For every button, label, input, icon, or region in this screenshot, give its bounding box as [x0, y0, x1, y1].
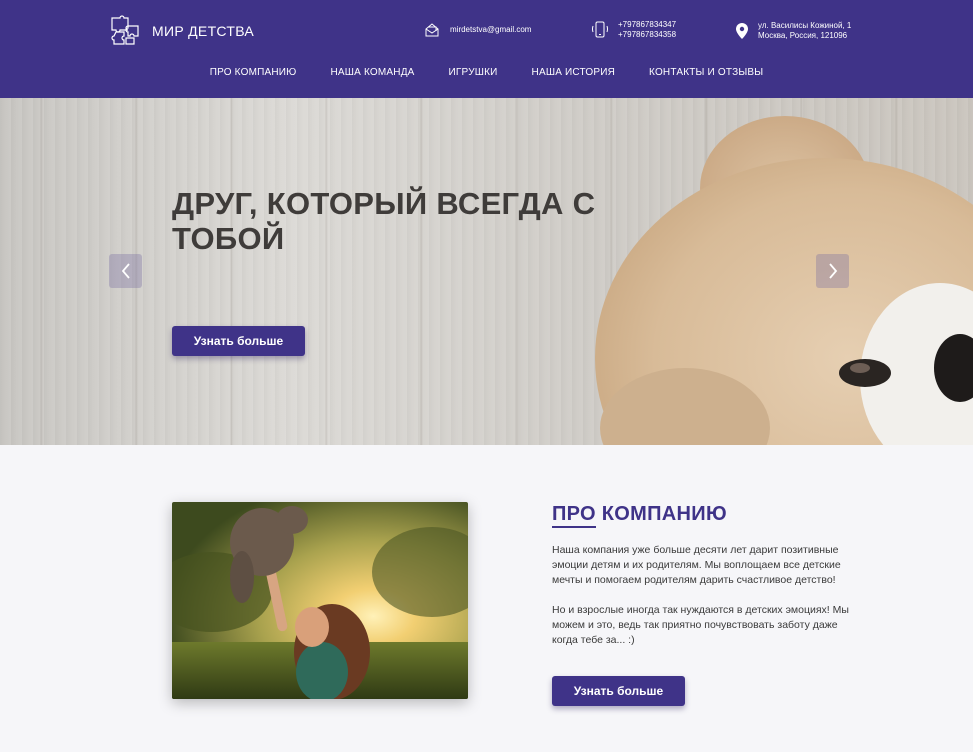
about-title-first: ПРО — [552, 503, 596, 525]
hero-slider: ДРУГ, КОТОРЫЙ ВСЕГДА С ТОБОЙ Узнать боль… — [0, 98, 973, 445]
main-nav: ПРО КОМПАНИЮ НАША КОМАНДА ИГРУШКИ НАША И… — [0, 67, 973, 78]
about-photo — [172, 502, 468, 699]
slider-prev-button[interactable] — [109, 254, 142, 288]
nav-item-contacts[interactable]: КОНТАКТЫ И ОТЗЫВЫ — [649, 67, 763, 78]
phone-number[interactable]: +797867834347 — [618, 20, 676, 30]
about-text: Наша компания уже больше десяти лет дари… — [552, 543, 862, 663]
teddy-bear-image — [595, 116, 973, 445]
phone-number[interactable]: +797867834358 — [618, 30, 676, 40]
site-header: МИР ДЕТСТВА mirdetstva@gmail.com +797867… — [0, 0, 973, 98]
nav-item-history[interactable]: НАША ИСТОРИЯ — [532, 67, 616, 78]
contact-email[interactable]: mirdetstva@gmail.com — [424, 22, 531, 38]
location-pin-icon — [736, 23, 748, 39]
mail-icon — [424, 22, 440, 38]
address-text: ул. Василисы Кожиной, 1 Москва, Россия, … — [758, 21, 851, 41]
address-line: Москва, Россия, 121096 — [758, 31, 848, 40]
contact-address: ул. Василисы Кожиной, 1 Москва, Россия, … — [736, 21, 851, 41]
nav-item-toys[interactable]: ИГРУШКИ — [449, 67, 498, 78]
nav-item-about[interactable]: ПРО КОМПАНИЮ — [210, 67, 297, 78]
nav-item-team[interactable]: НАША КОМАНДА — [330, 67, 414, 78]
hero-learn-more-button[interactable]: Узнать больше — [172, 326, 305, 356]
title-underline — [552, 526, 596, 528]
puzzle-logo-icon — [111, 15, 139, 45]
about-title: ПРО КОМПАНИЮ — [552, 503, 727, 526]
about-learn-more-button[interactable]: Узнать больше — [552, 676, 685, 706]
hero-title: ДРУГ, КОТОРЫЙ ВСЕГДА С ТОБОЙ — [172, 186, 596, 256]
slider-next-button[interactable] — [816, 254, 849, 288]
logo[interactable]: МИР ДЕТСТВА — [108, 14, 254, 48]
about-paragraph: Но и взрослые иногда так нуждаются в дет… — [552, 604, 849, 646]
address-line: ул. Василисы Кожиной, 1 — [758, 21, 852, 30]
about-title-rest: КОМПАНИЮ — [595, 503, 727, 525]
about-paragraph: Наша компания уже больше десяти лет дари… — [552, 544, 841, 586]
chevron-right-icon — [828, 263, 837, 279]
phone-list: +797867834347 +797867834358 — [618, 20, 676, 40]
brand-name: МИР ДЕТСТВА — [152, 23, 255, 39]
chevron-left-icon — [121, 263, 130, 279]
contact-phone[interactable]: +797867834347 +797867834358 — [592, 20, 676, 40]
phone-icon — [592, 21, 608, 39]
email-text[interactable]: mirdetstva@gmail.com — [450, 25, 531, 35]
